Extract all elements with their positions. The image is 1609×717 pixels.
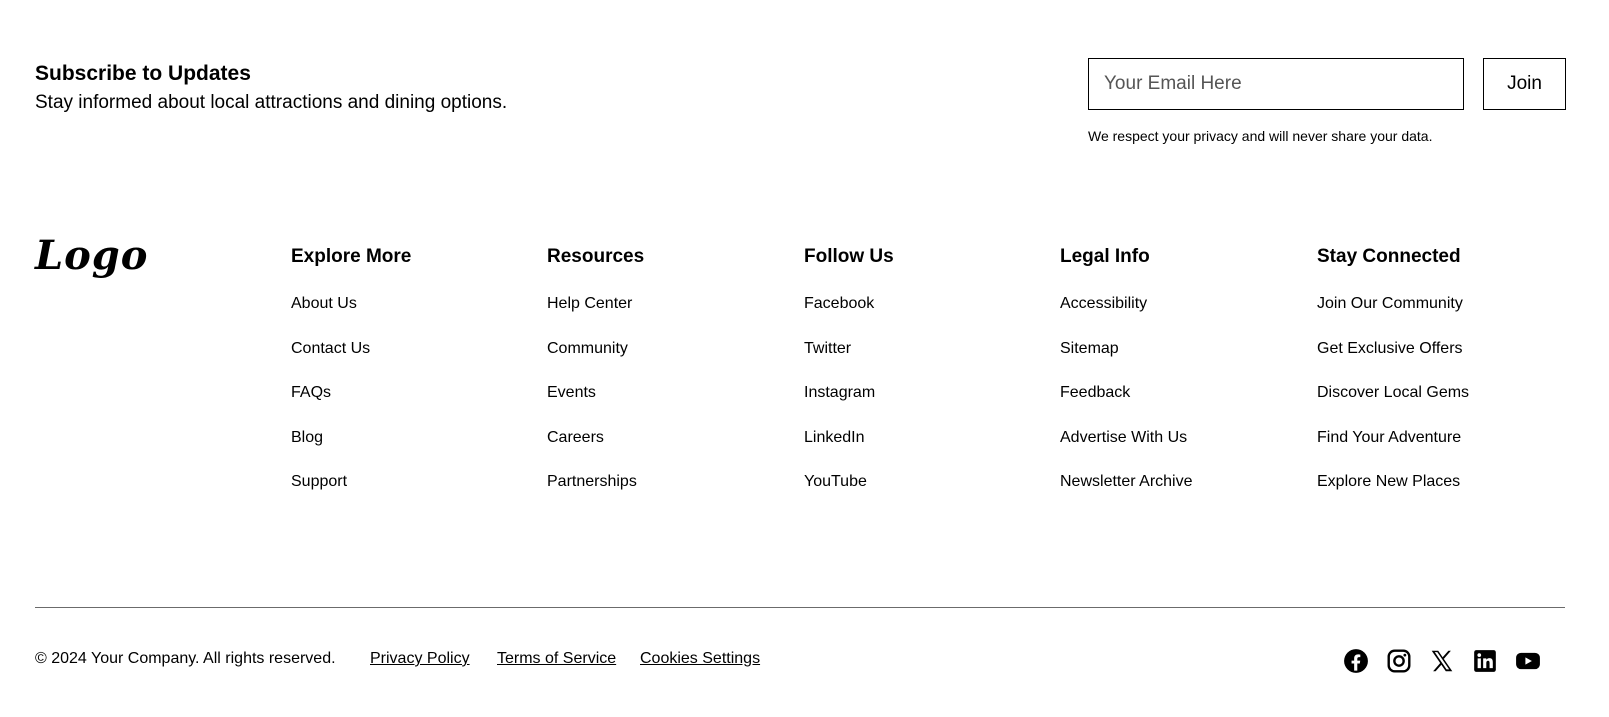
newsletter-subtitle: Stay informed about local attractions an… xyxy=(35,92,508,113)
footer-link[interactable]: Careers xyxy=(547,429,604,446)
footer-link[interactable]: YouTube xyxy=(804,473,867,490)
terms-of-service-link[interactable]: Terms of Service xyxy=(497,650,616,668)
email-input[interactable] xyxy=(1088,58,1464,110)
copyright-text: © 2024 Your Company. All rights reserved… xyxy=(35,650,336,667)
column-heading: Follow Us xyxy=(804,246,894,267)
column-heading: Resources xyxy=(547,246,645,267)
column-heading: Explore More xyxy=(291,246,412,267)
facebook-icon[interactable] xyxy=(1343,648,1369,674)
column-heading: Stay Connected xyxy=(1317,246,1461,267)
instagram-icon[interactable] xyxy=(1386,648,1412,674)
footer-link[interactable]: Get Exclusive Offers xyxy=(1317,340,1463,357)
link-list: About Us Contact Us FAQs Blog Support xyxy=(291,293,531,516)
footer-link[interactable]: Twitter xyxy=(804,340,851,357)
privacy-policy-link[interactable]: Privacy Policy xyxy=(370,650,470,668)
footer-link[interactable]: FAQs xyxy=(291,384,331,401)
site-footer: Subscribe to Updates Stay informed about… xyxy=(35,0,1566,717)
footer-bottom-bar: © 2024 Your Company. All rights reserved… xyxy=(35,648,1565,676)
youtube-icon[interactable] xyxy=(1515,648,1541,674)
link-list: Help Center Community Events Careers Par… xyxy=(547,293,787,516)
footer-column-resources: Resources Help Center Community Events C… xyxy=(547,244,787,516)
cookies-settings-link[interactable]: Cookies Settings xyxy=(640,650,760,668)
footer-link[interactable]: Newsletter Archive xyxy=(1060,473,1193,490)
footer-link[interactable]: Advertise With Us xyxy=(1060,429,1187,446)
footer-link[interactable]: Join Our Community xyxy=(1317,295,1463,312)
footer-link[interactable]: Community xyxy=(547,340,628,357)
link-list: Accessibility Sitemap Feedback Advertise… xyxy=(1060,293,1300,516)
footer-link[interactable]: Discover Local Gems xyxy=(1317,384,1469,401)
link-list: Join Our Community Get Exclusive Offers … xyxy=(1317,293,1557,516)
footer-column-stay-connected: Stay Connected Join Our Community Get Ex… xyxy=(1317,244,1557,516)
footer-link[interactable]: Explore New Places xyxy=(1317,473,1460,490)
newsletter-title: Subscribe to Updates xyxy=(35,62,251,85)
footer-link[interactable]: Facebook xyxy=(804,295,874,312)
join-button[interactable]: Join xyxy=(1483,58,1566,110)
x-icon[interactable] xyxy=(1429,648,1455,674)
link-list: Facebook Twitter Instagram LinkedIn YouT… xyxy=(804,293,1044,516)
privacy-note: We respect your privacy and will never s… xyxy=(1088,128,1433,144)
footer-column-explore-more: Explore More About Us Contact Us FAQs Bl… xyxy=(291,244,531,516)
column-heading: Legal Info xyxy=(1060,246,1150,267)
newsletter-section: Subscribe to Updates Stay informed about… xyxy=(35,60,507,116)
footer-link[interactable]: LinkedIn xyxy=(804,429,865,446)
footer-link[interactable]: Events xyxy=(547,384,596,401)
footer-link[interactable]: Blog xyxy=(291,429,323,446)
footer-link[interactable]: Accessibility xyxy=(1060,295,1147,312)
linkedin-icon[interactable] xyxy=(1472,648,1498,674)
footer-link[interactable]: About Us xyxy=(291,295,357,312)
footer-link[interactable]: Instagram xyxy=(804,384,875,401)
footer-column-legal-info: Legal Info Accessibility Sitemap Feedbac… xyxy=(1060,244,1300,516)
footer-link[interactable]: Find Your Adventure xyxy=(1317,429,1461,446)
footer-link[interactable]: Contact Us xyxy=(291,340,370,357)
footer-link[interactable]: Feedback xyxy=(1060,384,1130,401)
footer-link[interactable]: Help Center xyxy=(547,295,632,312)
footer-link[interactable]: Support xyxy=(291,473,347,490)
footer-link[interactable]: Sitemap xyxy=(1060,340,1119,357)
logo[interactable]: Logo xyxy=(35,232,148,280)
footer-column-follow-us: Follow Us Facebook Twitter Instagram Lin… xyxy=(804,244,1044,516)
footer-divider xyxy=(35,607,1565,608)
footer-link[interactable]: Partnerships xyxy=(547,473,637,490)
